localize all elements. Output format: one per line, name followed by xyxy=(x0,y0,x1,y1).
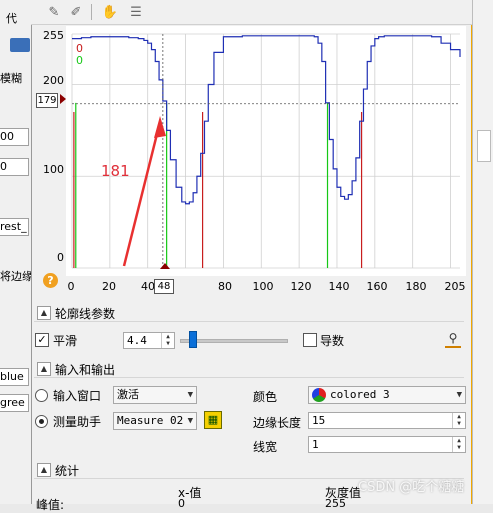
smooth-value: 4.4 xyxy=(127,334,147,347)
line-width-input[interactable]: 1 ▲ ▼ xyxy=(308,436,466,453)
background-window-right xyxy=(472,0,493,504)
y-marker-value: 179 xyxy=(36,93,58,108)
line-width-value: 1 xyxy=(312,438,319,451)
input-window-label: 输入窗口 xyxy=(53,389,102,403)
smooth-value-input[interactable]: 4.4 ▲ ▼ xyxy=(123,332,175,349)
toolbar-separator xyxy=(91,4,92,20)
chevron-down-icon: ▼ xyxy=(187,416,193,426)
measure-assistant-radio[interactable] xyxy=(35,415,48,428)
gray-profile-plot[interactable]: 0 0 181 xyxy=(66,26,466,276)
hand-icon[interactable]: ✋ xyxy=(101,3,119,21)
background-field-3[interactable]: rest_ xyxy=(0,218,29,236)
annotation-text: 181 xyxy=(101,162,130,180)
x-tick-label: 40 xyxy=(141,280,155,293)
toolbar: ✎ ✐ ✋ ☰ xyxy=(31,0,472,25)
spin-arrows-icon[interactable]: ▲ ▼ xyxy=(161,333,174,348)
background-scroll-control[interactable] xyxy=(477,130,491,162)
chevron-down-icon: ▼ xyxy=(456,390,462,400)
profile-settings-icon[interactable]: ⚲ xyxy=(445,330,461,348)
section-title: 输入和输出 xyxy=(55,363,116,377)
edge-length-value: 15 xyxy=(312,414,326,427)
x-tick-label: 180 xyxy=(405,280,427,293)
input-window-radio[interactable] xyxy=(35,389,48,402)
green-channel-label: 0 xyxy=(76,54,83,67)
x-tick-label: 100 xyxy=(252,280,274,293)
spin-arrows-icon[interactable]: ▲ ▼ xyxy=(452,413,465,428)
smooth-label: 平滑 xyxy=(53,334,78,348)
edge-length-input[interactable]: 15 ▲ ▼ xyxy=(308,412,466,429)
x-marker-triangle[interactable] xyxy=(160,263,170,269)
background-field-2[interactable]: 0 xyxy=(0,158,29,176)
section-title: 轮廓线参数 xyxy=(55,307,116,321)
collapse-toggle-icon[interactable]: ▲ xyxy=(37,463,51,477)
color-value: colored 3 xyxy=(330,388,390,401)
x-tick-label: 80 xyxy=(218,280,232,293)
eraser-icon[interactable]: ✐ xyxy=(67,3,85,21)
measure-assistant-label: 测量助手 xyxy=(53,415,102,429)
edge-length-label: 边缘长度 xyxy=(253,416,302,430)
input-window-value: 激活 xyxy=(117,388,139,401)
smooth-checkbox[interactable]: ✓ xyxy=(35,333,49,347)
x-tick-label: 0 xyxy=(67,280,75,293)
x-tick-label: 160 xyxy=(366,280,388,293)
input-window-select[interactable]: 激活 ▼ xyxy=(113,386,197,404)
section-input-output[interactable]: ▲ 输入和输出 xyxy=(34,360,464,378)
background-field-blue[interactable]: blue xyxy=(0,368,29,386)
camera-icon[interactable] xyxy=(10,38,30,52)
x-tick-label: 140 xyxy=(328,280,350,293)
y-marker-triangle[interactable] xyxy=(60,94,66,104)
derivative-label: 导数 xyxy=(320,334,345,348)
background-field-green[interactable]: gree xyxy=(0,394,29,412)
x-tick-label: 205 xyxy=(444,280,466,293)
x-tick-label: 120 xyxy=(290,280,312,293)
color-wheel-icon xyxy=(312,388,326,402)
line-width-label: 线宽 xyxy=(253,440,278,454)
collapse-toggle-icon[interactable]: ▲ xyxy=(37,306,51,320)
chevron-down-icon: ▼ xyxy=(187,390,193,400)
color-select[interactable]: colored 3 ▼ xyxy=(308,386,466,404)
watermark: CSDN @吃个糖糖 xyxy=(358,480,465,495)
peak-label: 峰值: xyxy=(36,498,65,512)
document-icon[interactable]: ☰ xyxy=(127,3,145,21)
y-tick-label: 200 xyxy=(43,74,64,87)
measure-select[interactable]: Measure 02 ▼ xyxy=(113,412,197,430)
x-marker-value: 48 xyxy=(154,279,174,294)
x-tick-label: 20 xyxy=(102,280,116,293)
collapse-toggle-icon[interactable]: ▲ xyxy=(37,362,51,376)
section-title: 统计 xyxy=(55,464,80,478)
derivative-checkbox[interactable] xyxy=(303,333,317,347)
help-icon[interactable]: ? xyxy=(43,273,58,288)
y-tick-label: 255 xyxy=(43,29,64,42)
plot-background xyxy=(66,26,466,276)
smooth-slider-thumb[interactable] xyxy=(188,331,197,348)
measure-value: Measure 02 xyxy=(117,414,184,427)
section-profile-params[interactable]: ▲ 轮廓线参数 xyxy=(34,304,464,322)
y-tick-label: 0 xyxy=(57,251,64,264)
measure-tool-icon[interactable]: ▦ xyxy=(204,411,222,429)
color-label: 颜色 xyxy=(253,390,278,404)
background-field-1[interactable]: 00 xyxy=(0,128,29,146)
y-tick-label: 100 xyxy=(43,163,64,176)
pencil-icon[interactable]: ✎ xyxy=(45,3,63,21)
spin-arrows-icon[interactable]: ▲ ▼ xyxy=(452,437,465,452)
